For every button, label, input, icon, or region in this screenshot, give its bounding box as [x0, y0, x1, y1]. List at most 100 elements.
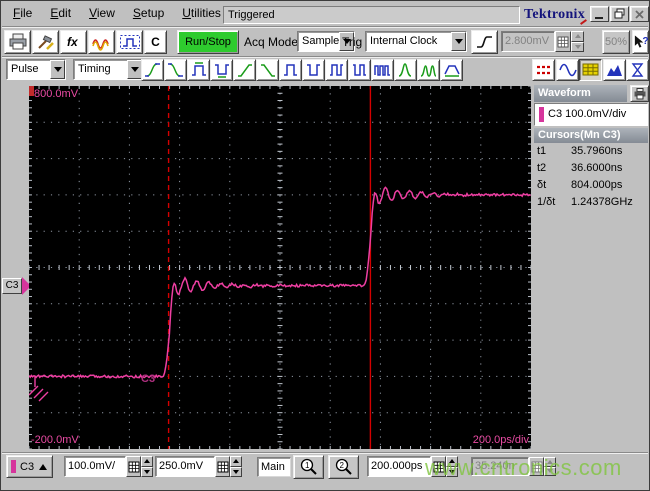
- cursors-panel-header: Cursors(Mn C3): [534, 128, 648, 143]
- hourglass-button[interactable]: [626, 59, 649, 81]
- trigger-status: Triggered: [223, 6, 520, 24]
- magnifier-1-icon: 1: [300, 458, 317, 475]
- spin-down-button[interactable]: [446, 466, 458, 477]
- menu-view[interactable]: View: [80, 2, 124, 24]
- grid-view-button[interactable]: [579, 59, 602, 81]
- keypad-icon: [557, 36, 569, 47]
- horizontal-scale-spinner[interactable]: [446, 456, 458, 477]
- print-button[interactable]: [4, 30, 31, 54]
- histogram-view-icon: [606, 65, 622, 76]
- acq-mode-label: Acq Mode: [244, 35, 299, 49]
- negative-width-icon: [214, 64, 229, 78]
- minimize-button[interactable]: [590, 6, 609, 22]
- meas-positive-width-button[interactable]: [187, 59, 210, 81]
- scope-graticule: C3: [29, 86, 531, 449]
- channel-c3-marker[interactable]: C3: [2, 278, 22, 294]
- horizontal-scale-field[interactable]: 200.000ps: [367, 456, 431, 477]
- rise-time-icon: [144, 63, 160, 77]
- spin-up-button[interactable]: [446, 456, 458, 467]
- meas-negative-pulse-button[interactable]: [302, 59, 325, 81]
- bottom-scale-label: -200.0mV: [31, 434, 79, 446]
- vertical-position-keypad-button[interactable]: [215, 456, 230, 477]
- vertical-position-field[interactable]: 250.0mV: [155, 456, 215, 477]
- positive-width-icon: [191, 62, 206, 76]
- bottom-bar-divider: [2, 452, 648, 453]
- vertical-scale-spinner[interactable]: [141, 456, 153, 477]
- waveform-view-icon: [558, 63, 577, 77]
- vertical-scale-field[interactable]: 100.0mV/: [64, 456, 126, 477]
- dual-wave-icon: [91, 39, 109, 51]
- pulse-select-button[interactable]: [116, 30, 143, 54]
- run-stop-button[interactable]: Run/Stop: [177, 30, 239, 54]
- clear-button[interactable]: C: [144, 30, 167, 54]
- meas-peak-button[interactable]: [394, 59, 417, 81]
- tools-button[interactable]: [32, 30, 59, 54]
- meas-rising-slope-button[interactable]: [233, 59, 256, 81]
- fx-icon: fx: [67, 35, 79, 49]
- readout-t2: t2 36.6000ns: [537, 162, 623, 174]
- printer-icon: [634, 87, 645, 99]
- panel-print-button[interactable]: [630, 85, 649, 102]
- measure-group-select[interactable]: Timing: [73, 59, 143, 80]
- help-button[interactable]: ?: [632, 30, 649, 54]
- trig-slope-button[interactable]: [471, 30, 498, 54]
- meas-negative-width-button[interactable]: [210, 59, 233, 81]
- chevron-down-icon[interactable]: [50, 60, 65, 79]
- waveform-view-button[interactable]: [555, 59, 579, 81]
- cursors-button[interactable]: [532, 59, 555, 81]
- fall-time-icon: [167, 63, 183, 77]
- double-peak-icon: [420, 65, 436, 77]
- waveform-panel-header: Waveform: [534, 85, 627, 102]
- meas-double-peak-button[interactable]: [417, 59, 440, 81]
- trig-level-keypad-button: [555, 31, 571, 52]
- meas-fall-time-button[interactable]: [164, 59, 187, 81]
- meas-positive-duty-button[interactable]: [325, 59, 348, 81]
- restore-button[interactable]: [610, 6, 629, 22]
- close-icon: [635, 9, 644, 19]
- zoom-in-button[interactable]: 1: [293, 455, 324, 479]
- close-button[interactable]: [630, 6, 649, 22]
- meas-burst-button[interactable]: [371, 59, 394, 81]
- spin-up-button[interactable]: [230, 456, 242, 467]
- trig-source-select[interactable]: Internal Clock: [365, 31, 467, 52]
- meas-flat-top-button[interactable]: [440, 59, 463, 81]
- menu-edit[interactable]: Edit: [41, 2, 80, 24]
- trig-label: Trig: [342, 35, 363, 49]
- menu-setup[interactable]: Setup: [124, 2, 173, 24]
- toolbar-divider: [2, 56, 648, 57]
- svg-text:1: 1: [305, 461, 310, 470]
- spin-down-button[interactable]: [141, 466, 153, 477]
- spin-up-button[interactable]: [141, 456, 153, 467]
- chevron-up-icon: [39, 463, 48, 470]
- chevron-down-icon[interactable]: [127, 60, 142, 79]
- oscilloscope-window: FileEditViewSetupUtilitiesHelp Triggered…: [0, 0, 650, 491]
- tektronix-logo: Tektronix: [524, 7, 588, 25]
- readout-inverse-delta-t: 1/δt 1.24378GHz: [537, 196, 633, 208]
- svg-text:2: 2: [339, 461, 344, 470]
- spin-up-button: [571, 31, 584, 42]
- svg-text:fx: fx: [67, 35, 79, 49]
- vertical-scale-keypad-button[interactable]: [126, 456, 141, 477]
- flat-top-icon: [443, 65, 460, 77]
- waveform-list-item[interactable]: C3 100.0mV/div: [534, 103, 648, 126]
- chevron-down-icon[interactable]: [451, 32, 466, 51]
- channel-c3-button[interactable]: C3: [6, 455, 53, 478]
- histogram-view-button[interactable]: [602, 59, 626, 81]
- zoom-out-button[interactable]: 2: [328, 455, 359, 479]
- measure-class-select[interactable]: Pulse: [6, 59, 66, 80]
- meas-falling-slope-button[interactable]: [256, 59, 279, 81]
- meas-negative-duty-button[interactable]: [348, 59, 371, 81]
- horizontal-position-field: 35.240n: [471, 457, 529, 476]
- spin-down-button[interactable]: [230, 466, 242, 477]
- meas-positive-pulse-button[interactable]: [279, 59, 302, 81]
- meas-rise-time-button[interactable]: [141, 59, 164, 81]
- scope-display[interactable]: C3: [29, 86, 531, 449]
- vertical-position-spinner[interactable]: [230, 456, 242, 477]
- channel-color-chip: [11, 460, 16, 473]
- math-button[interactable]: fx: [60, 30, 87, 54]
- menu-utilities[interactable]: Utilities: [173, 2, 230, 24]
- menu-file[interactable]: File: [4, 2, 41, 24]
- horizontal-scale-keypad-button[interactable]: [431, 456, 446, 477]
- falling-slope-icon: [260, 64, 275, 77]
- waveform-database-button[interactable]: [88, 30, 115, 54]
